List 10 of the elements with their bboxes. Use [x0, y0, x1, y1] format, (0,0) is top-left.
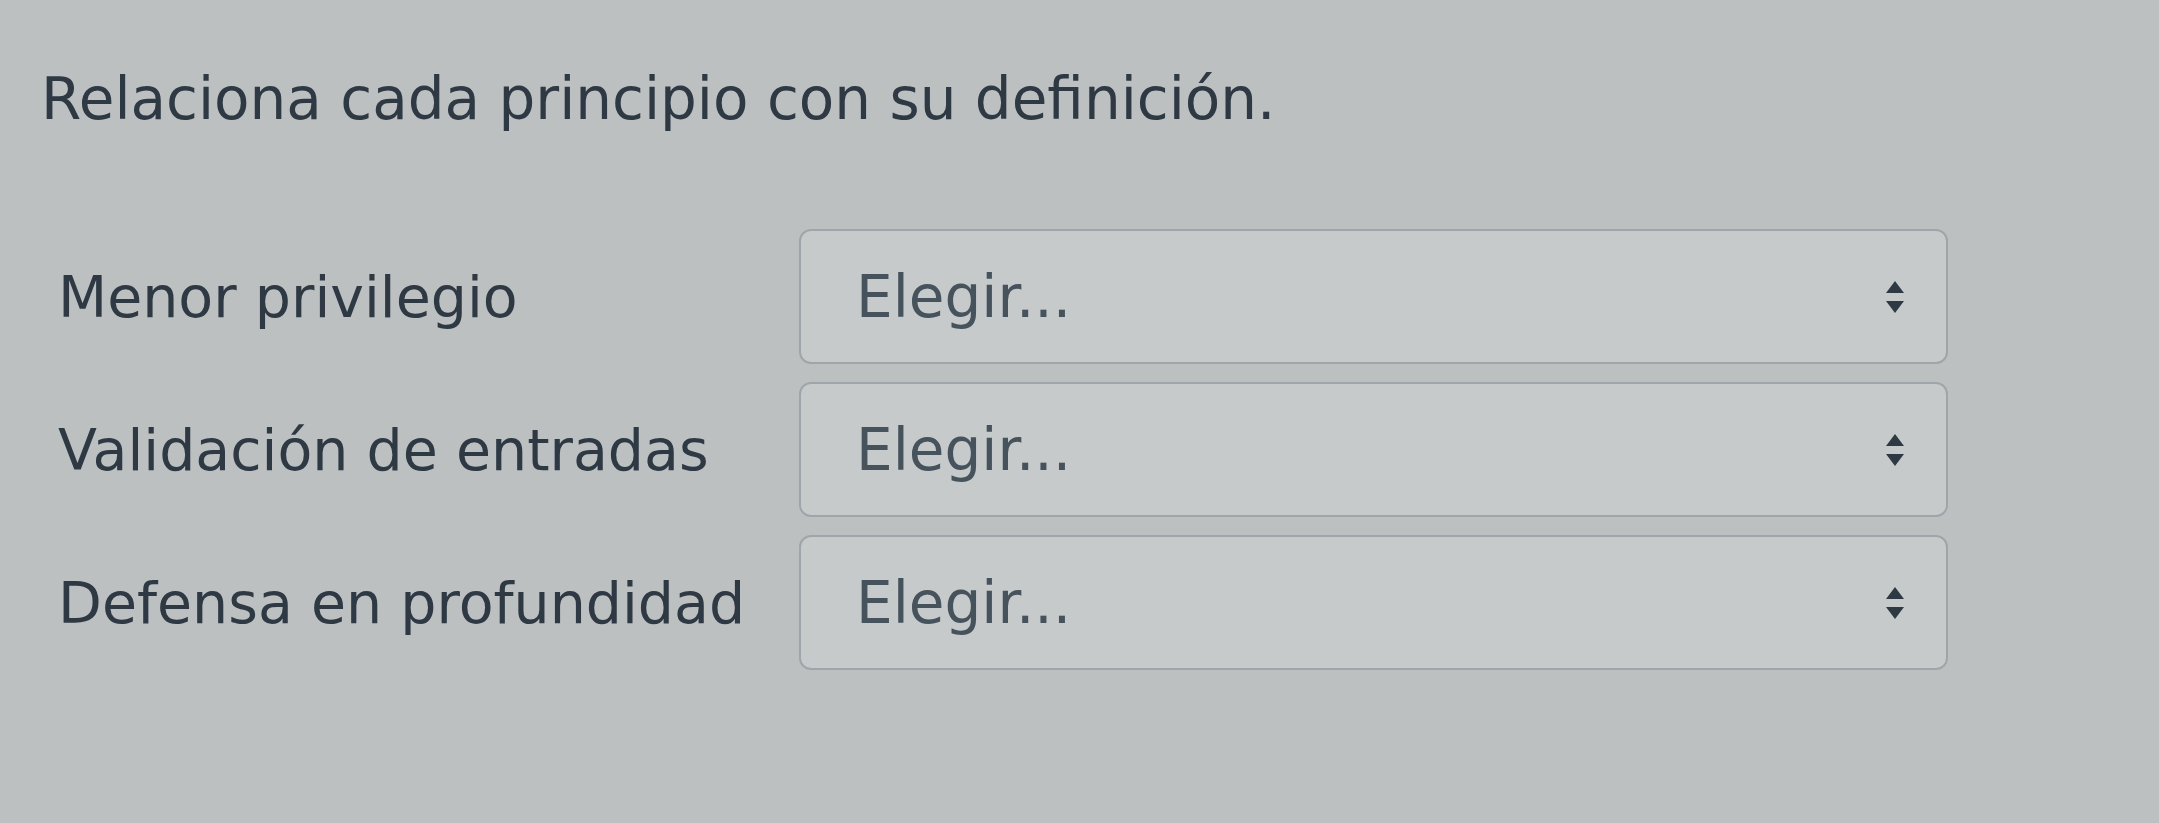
up-down-arrows-icon [1886, 433, 1904, 466]
instruction-text: Relaciona cada principio con su definición. [41, 64, 1276, 135]
up-down-arrows-icon [1886, 586, 1904, 619]
term-label: Validación de entradas [57, 415, 709, 485]
up-down-arrows-icon [1886, 280, 1904, 313]
term-label: Defensa en profundidad [57, 568, 746, 638]
dropdown-select[interactable]: Elegir... [799, 229, 1948, 365]
dropdown-select[interactable]: Elegir... [799, 382, 1948, 518]
dropdown-select[interactable]: Elegir... [799, 535, 1948, 671]
term-label: Menor privilegio [57, 262, 518, 332]
